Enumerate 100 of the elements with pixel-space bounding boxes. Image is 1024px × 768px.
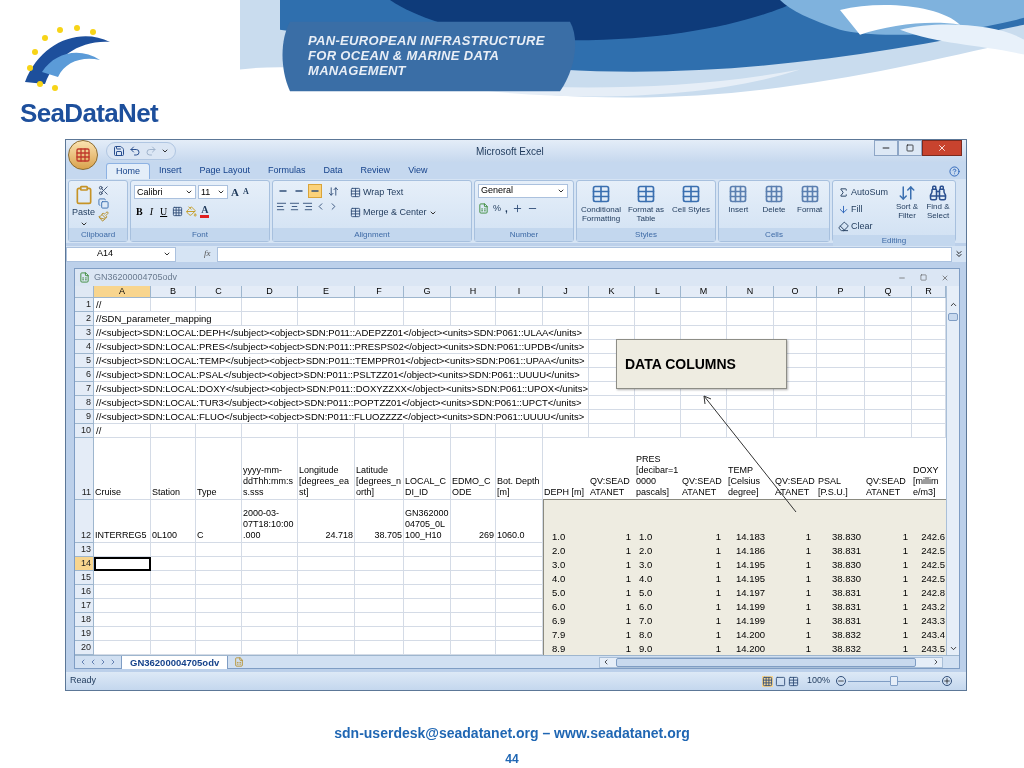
wrap-text-button[interactable]: Wrap Text	[348, 184, 439, 201]
ribbon-tab[interactable]: Insert	[150, 163, 191, 179]
merge-center-button[interactable]: Merge & Center	[348, 204, 439, 221]
align-center-icon[interactable]	[289, 201, 300, 212]
new-sheet-icon[interactable]	[234, 657, 245, 667]
fill-color-icon[interactable]	[186, 205, 198, 217]
help-icon[interactable]	[949, 166, 960, 177]
restore-icon[interactable]	[920, 274, 927, 281]
cells-button[interactable]: Delete	[757, 184, 791, 214]
zoom-slider[interactable]	[848, 676, 940, 686]
paste-button[interactable]: Paste	[72, 184, 95, 228]
table-cell[interactable]: 2000-03-07T18:10:00.000	[242, 500, 298, 543]
number-format-field[interactable]: General	[478, 184, 568, 198]
minimize-button[interactable]	[874, 140, 898, 156]
styles-button[interactable]: Format as Table	[625, 184, 667, 223]
column-header[interactable]: F	[355, 286, 404, 298]
column-header[interactable]: B	[151, 286, 196, 298]
ribbon-tab[interactable]: Formulas	[259, 163, 315, 179]
row-header[interactable]: 4	[75, 340, 94, 354]
table-cell[interactable]: C	[196, 500, 242, 543]
table-cell[interactable]: 0L100	[151, 500, 196, 543]
row-header[interactable]: 10	[75, 424, 94, 438]
column-header[interactable]: K	[589, 286, 635, 298]
vertical-bottom-icon[interactable]	[308, 184, 322, 198]
shrink-font-button[interactable]: A	[241, 186, 250, 199]
first-sheet-icon[interactable]	[79, 658, 87, 666]
next-sheet-icon[interactable]	[99, 658, 107, 666]
page-layout-icon[interactable]	[774, 675, 786, 687]
name-box[interactable]: A14	[66, 246, 176, 262]
column-header[interactable]: C	[196, 286, 242, 298]
column-header[interactable]: G	[404, 286, 451, 298]
table-cell[interactable]: 24.718	[298, 500, 355, 543]
percent-button[interactable]: %	[493, 201, 501, 216]
cells-button[interactable]: Format	[793, 184, 826, 214]
maximize-button[interactable]	[898, 140, 922, 156]
column-header[interactable]: L	[635, 286, 681, 298]
function-label[interactable]: fx	[204, 247, 211, 261]
cells-button[interactable]: Insert	[722, 184, 755, 214]
ribbon-tab[interactable]: View	[399, 163, 437, 179]
styles-button[interactable]: Cell Styles	[670, 184, 712, 214]
row-header[interactable]: 14	[75, 557, 94, 571]
ribbon-tab[interactable]: Review	[351, 163, 400, 179]
close-button[interactable]	[922, 140, 962, 156]
column-header[interactable]: R	[912, 286, 946, 298]
align-left-icon[interactable]	[276, 201, 287, 212]
grow-font-button[interactable]: A	[230, 184, 240, 201]
normal-view-icon[interactable]	[761, 675, 773, 687]
table-cell[interactable]: INTERREG5	[94, 500, 151, 543]
clear-button[interactable]: Clear	[836, 218, 891, 235]
zoom-in-icon[interactable]	[942, 676, 952, 686]
office-button[interactable]	[68, 140, 98, 170]
column-header[interactable]: Q	[865, 286, 912, 298]
column-header[interactable]: A	[94, 286, 151, 298]
scroll-right-icon[interactable]	[932, 658, 940, 666]
ribbon-tab[interactable]: Data	[314, 163, 352, 179]
autosum-button[interactable]: AutoSum	[836, 184, 891, 201]
vertical-scrollbar[interactable]	[946, 286, 959, 655]
row-header[interactable]: 18	[75, 613, 94, 627]
ribbon-tab[interactable]: Home	[106, 163, 150, 179]
redo-icon[interactable]	[145, 145, 157, 157]
row-header[interactable]: 11	[75, 438, 94, 500]
ribbon-tab[interactable]: Page Layout	[190, 163, 260, 179]
row-header[interactable]: 16	[75, 585, 94, 599]
row-header[interactable]: 12	[75, 500, 94, 543]
table-cell[interactable]: 269	[451, 500, 496, 543]
scroll-left-icon[interactable]	[602, 658, 610, 666]
save-icon[interactable]	[113, 145, 125, 157]
align-right-icon[interactable]	[302, 201, 313, 212]
row-header[interactable]: 6	[75, 368, 94, 382]
select-all-corner[interactable]	[75, 286, 94, 298]
bold-button[interactable]: B	[134, 203, 145, 219]
column-header[interactable]: D	[242, 286, 298, 298]
find-select-button[interactable]: Find & Select	[924, 184, 952, 220]
row-header[interactable]: 19	[75, 627, 94, 641]
undo-icon[interactable]	[129, 145, 141, 157]
comma-button[interactable]: ,	[505, 201, 508, 216]
styles-button[interactable]: Conditional Formatting	[580, 184, 622, 223]
column-header[interactable]: I	[496, 286, 543, 298]
column-header[interactable]: E	[298, 286, 355, 298]
borders-icon[interactable]	[172, 205, 184, 217]
table-cell[interactable]: GN36200004705_0L100_H10	[404, 500, 451, 543]
table-cell[interactable]	[94, 557, 151, 571]
cut-icon[interactable]	[98, 185, 109, 196]
font-family-field[interactable]: Calibri	[134, 185, 196, 200]
scrollbar-thumb[interactable]	[948, 313, 958, 321]
zoom-level[interactable]: 100%	[806, 674, 830, 688]
copy-icon[interactable]	[98, 198, 109, 209]
fill-button[interactable]: Fill	[836, 201, 891, 218]
zoom-thumb[interactable]	[890, 676, 898, 686]
row-header[interactable]: 1	[75, 298, 94, 312]
column-header[interactable]: O	[774, 286, 817, 298]
italic-button[interactable]: I	[147, 203, 155, 219]
close-icon[interactable]	[941, 273, 949, 282]
row-header[interactable]: 7	[75, 382, 94, 396]
column-header[interactable]: H	[451, 286, 496, 298]
formula-input[interactable]	[216, 246, 952, 262]
column-header[interactable]: J	[543, 286, 589, 298]
previous-sheet-icon[interactable]	[89, 658, 97, 666]
row-header[interactable]: 2	[75, 312, 94, 326]
underline-button[interactable]: U	[158, 203, 170, 219]
